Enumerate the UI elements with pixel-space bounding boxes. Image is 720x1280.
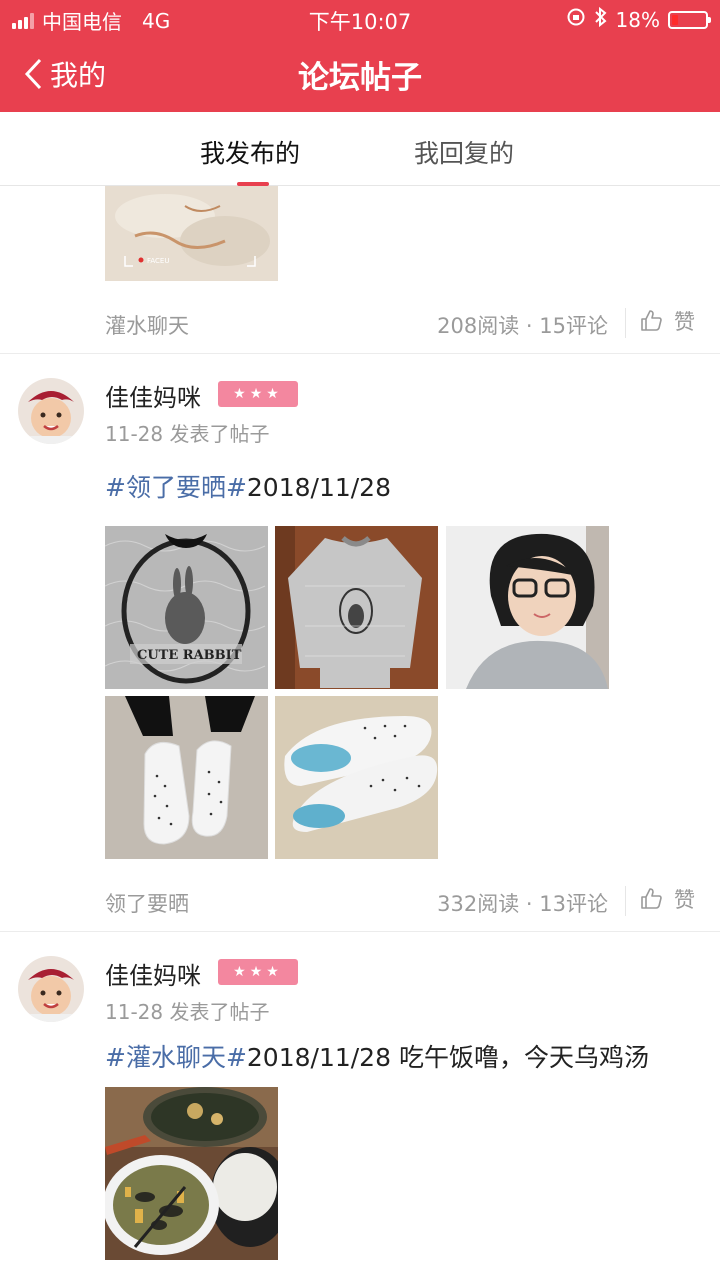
post-body: 2018/11/28 吃午饭噜，今天乌鸡汤	[246, 1043, 649, 1072]
post-image-porridge[interactable]: FACEU	[105, 186, 278, 281]
tab-bar: 我发布的 我回复的	[0, 112, 720, 186]
meta-divider	[625, 308, 626, 338]
post-category[interactable]: 灌水聊天	[105, 310, 189, 340]
post-image-lace-rabbit[interactable]: CUTE RABBIT	[105, 526, 268, 689]
tab-my-posts[interactable]: 我发布的	[200, 134, 300, 170]
post-image-chicken-soup[interactable]	[105, 1087, 278, 1260]
post-image-shoes-pair[interactable]	[275, 696, 438, 859]
like-button[interactable]: 赞	[640, 306, 695, 336]
meta-divider	[625, 886, 626, 916]
post-time: 11-28 发表了帖子	[105, 1000, 270, 1024]
author-name[interactable]: 佳佳妈咪	[105, 378, 201, 413]
bluetooth-icon	[594, 6, 608, 33]
level-badge: ★★★	[218, 381, 298, 407]
status-bar: 中国电信 4G 下午10:07 18%	[0, 0, 720, 36]
post-text[interactable]: #灌水聊天#2018/11/28 吃午饭噜，今天乌鸡汤	[105, 1038, 649, 1074]
avatar[interactable]	[18, 956, 84, 1022]
post-category[interactable]: 领了要晒	[105, 888, 189, 918]
post-stats: 208阅读 · 15评论	[437, 314, 608, 338]
like-button[interactable]: 赞	[640, 884, 695, 914]
nav-bar: 我的 论坛帖子	[0, 36, 720, 112]
post-text[interactable]: #领了要晒#2018/11/28	[105, 468, 391, 504]
svg-text:CUTE RABBIT: CUTE RABBIT	[137, 648, 242, 663]
post-body: 2018/11/28	[246, 473, 391, 502]
post-meta-row: 领了要晒 332阅读 · 13评论 赞	[0, 882, 720, 922]
level-badge: ★★★	[218, 959, 298, 985]
post-stats: 332阅读 · 13评论	[437, 892, 608, 916]
tab-my-replies[interactable]: 我回复的	[414, 134, 514, 170]
battery-percent: 18%	[615, 7, 660, 32]
post-tag[interactable]: #灌水聊天#	[105, 1043, 247, 1072]
post-separator	[0, 931, 720, 932]
post-meta-row: 灌水聊天 208阅读 · 15评论 赞	[0, 304, 720, 344]
post-separator	[0, 353, 720, 354]
thumbs-up-icon	[641, 888, 662, 909]
like-label: 赞	[674, 888, 695, 912]
page-title: 论坛帖子	[298, 60, 422, 96]
post-feed[interactable]: FACEU 灌水聊天 208阅读 · 15评论 赞 佳佳妈咪 ★★★ 11-28…	[0, 186, 720, 1280]
post-image-shoes-worn[interactable]	[105, 696, 268, 859]
like-label: 赞	[674, 310, 695, 334]
image-watermark: FACEU	[147, 257, 169, 265]
post-image-lace-shirt[interactable]	[275, 526, 438, 689]
avatar[interactable]	[18, 378, 84, 444]
battery-icon	[668, 10, 711, 29]
top-bar: 中国电信 4G 下午10:07 18% 我的 论坛帖子	[0, 0, 720, 112]
rotation-lock-icon	[566, 7, 586, 32]
post-image-selfie[interactable]	[446, 526, 609, 689]
thumbs-up-icon	[641, 310, 662, 331]
author-name[interactable]: 佳佳妈咪	[105, 956, 201, 991]
post-time: 11-28 发表了帖子	[105, 422, 270, 446]
post-tag[interactable]: #领了要晒#	[105, 473, 247, 502]
